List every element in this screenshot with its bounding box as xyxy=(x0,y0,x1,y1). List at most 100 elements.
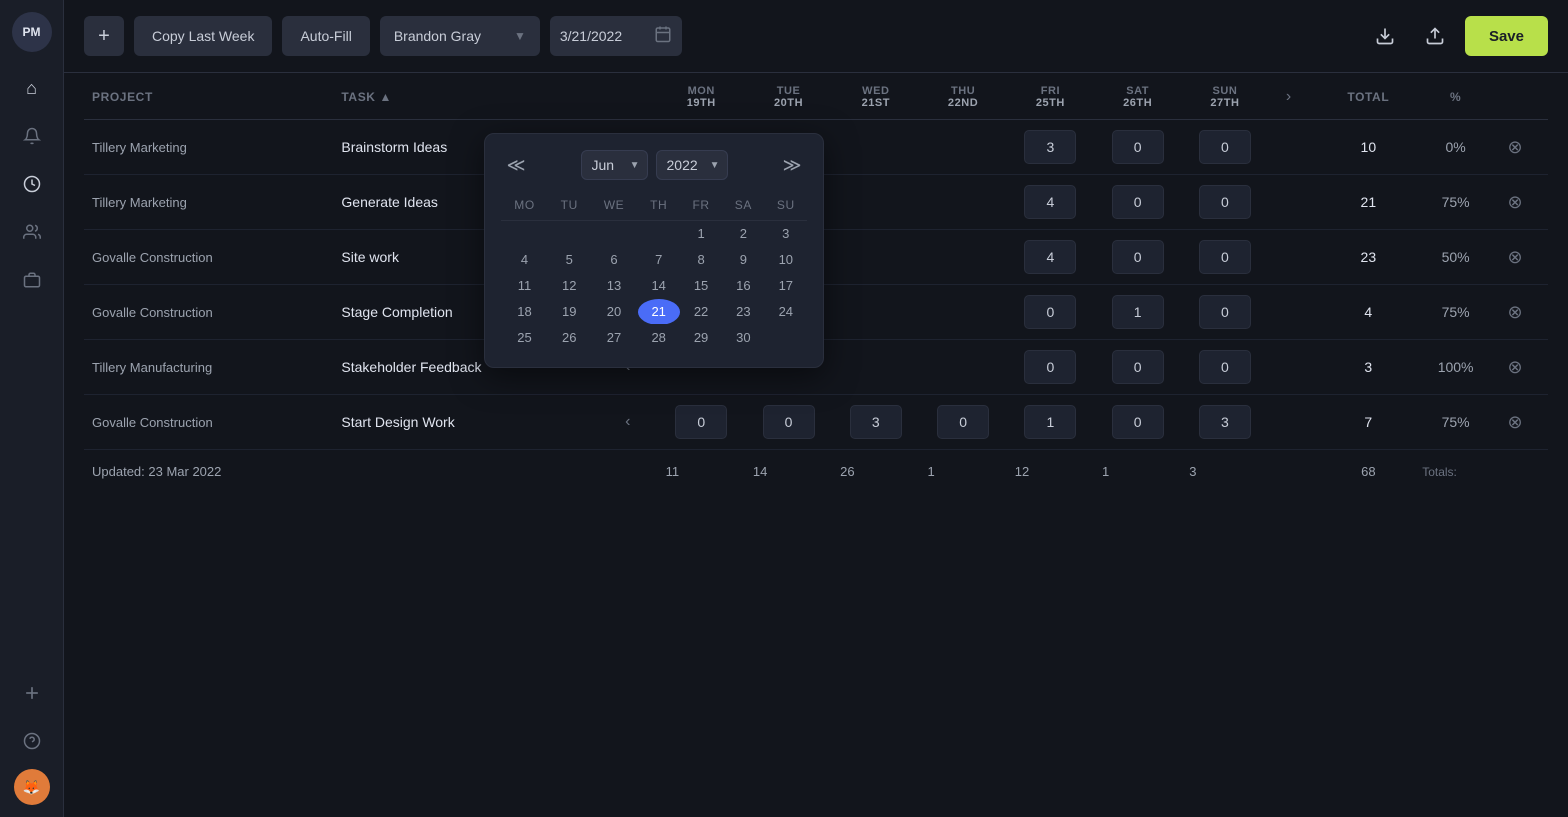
row-nav-left-5[interactable]: ‹ xyxy=(616,410,640,434)
cal-day-cell[interactable]: 17 xyxy=(765,273,807,299)
cell-fri-3[interactable] xyxy=(1007,285,1094,340)
cal-day-cell[interactable]: 28 xyxy=(638,325,680,351)
calendar-prev-button[interactable]: ≪ xyxy=(501,150,531,180)
cell-tue-5[interactable] xyxy=(745,395,832,450)
totals-row: Updated: 23 Mar 2022 11 14 26 1 12 1 3 6… xyxy=(84,450,1548,490)
month-select[interactable]: JanFebMarAprMay JunJulAugSep OctNovDec xyxy=(581,150,648,180)
cell-sun-0[interactable] xyxy=(1181,120,1268,175)
cal-day-cell[interactable]: 9 xyxy=(722,247,764,273)
cal-day-cell[interactable]: 25 xyxy=(501,325,548,351)
auto-fill-button[interactable]: Auto-Fill xyxy=(282,16,369,56)
cal-day-cell[interactable]: 22 xyxy=(680,299,722,325)
app-logo[interactable]: PM xyxy=(12,12,52,52)
totals-label: Totals: xyxy=(1418,450,1548,490)
sidebar-item-people[interactable] xyxy=(12,212,52,252)
cal-day-cell[interactable]: 7 xyxy=(638,247,680,273)
sidebar-item-briefcase[interactable] xyxy=(12,260,52,300)
cal-day-cell[interactable]: 18 xyxy=(501,299,548,325)
cal-day-cell[interactable]: 4 xyxy=(501,247,548,273)
cell-sun-2[interactable] xyxy=(1181,230,1268,285)
cal-day-cell[interactable]: 21 xyxy=(638,299,680,325)
col-header-wed: Wed21st xyxy=(832,73,919,120)
cal-day-cell[interactable]: 26 xyxy=(548,325,590,351)
sidebar-item-help[interactable] xyxy=(12,721,52,761)
pct-cell-0: 0% xyxy=(1418,120,1493,175)
cal-day-cell[interactable]: 16 xyxy=(722,273,764,299)
cell-fri-0[interactable] xyxy=(1007,120,1094,175)
cell-sat-0[interactable] xyxy=(1094,120,1181,175)
cal-day-cell[interactable]: 2 xyxy=(722,221,764,247)
cell-mon-5[interactable] xyxy=(658,395,745,450)
remove-row-button-2[interactable]: ⊗ xyxy=(1501,243,1529,271)
cal-day-cell[interactable]: 8 xyxy=(680,247,722,273)
cal-day-cell[interactable]: 27 xyxy=(590,325,637,351)
col-header-mon: Mon19th xyxy=(658,73,745,120)
cell-sun-4[interactable] xyxy=(1181,340,1268,395)
cell-sat-1[interactable] xyxy=(1094,175,1181,230)
cal-day-cell[interactable]: 3 xyxy=(765,221,807,247)
sidebar-item-bell[interactable] xyxy=(12,116,52,156)
cell-thu-0 xyxy=(919,120,1006,175)
cal-day-cell[interactable]: 12 xyxy=(548,273,590,299)
save-button[interactable]: Save xyxy=(1465,16,1548,56)
cal-day-cell[interactable]: 29 xyxy=(680,325,722,351)
cell-thu-5[interactable] xyxy=(919,395,1006,450)
nav-right-cell-1 xyxy=(1269,175,1319,230)
remove-row-button-4[interactable]: ⊗ xyxy=(1501,353,1529,381)
cal-day-cell[interactable]: 11 xyxy=(501,273,548,299)
project-cell-2: Govalle Construction xyxy=(84,230,333,285)
cell-sat-2[interactable] xyxy=(1094,230,1181,285)
updated-text: Updated: 23 Mar 2022 xyxy=(84,450,608,490)
date-input-wrapper[interactable] xyxy=(550,16,682,56)
remove-row-button-5[interactable]: ⊗ xyxy=(1501,408,1529,436)
cell-sat-5[interactable] xyxy=(1094,395,1181,450)
sidebar-item-home[interactable]: ⌂ xyxy=(12,68,52,108)
cal-day-cell[interactable]: 30 xyxy=(722,325,764,351)
cell-sun-3[interactable] xyxy=(1181,285,1268,340)
cell-sat-3[interactable] xyxy=(1094,285,1181,340)
nav-right-button[interactable]: › xyxy=(1277,85,1301,109)
remove-row-button-1[interactable]: ⊗ xyxy=(1501,188,1529,216)
export-button[interactable] xyxy=(1415,16,1455,56)
cal-day-cell[interactable]: 6 xyxy=(590,247,637,273)
sidebar-item-time[interactable] xyxy=(12,164,52,204)
calendar-icon[interactable] xyxy=(654,25,672,48)
cell-fri-2[interactable] xyxy=(1007,230,1094,285)
user-avatar[interactable]: 🦊 xyxy=(14,769,50,805)
cal-day-cell[interactable]: 19 xyxy=(548,299,590,325)
remove-row-button-3[interactable]: ⊗ xyxy=(1501,298,1529,326)
cell-sun-1[interactable] xyxy=(1181,175,1268,230)
cal-day-cell[interactable]: 1 xyxy=(680,221,722,247)
totals-nav-cell xyxy=(608,450,658,490)
remove-row-button-0[interactable]: ⊗ xyxy=(1501,133,1529,161)
remove-cell-5: ⊗ xyxy=(1493,395,1548,450)
sidebar-item-add[interactable] xyxy=(12,673,52,713)
col-header-task: TASK ▲ xyxy=(333,73,607,120)
date-input[interactable] xyxy=(560,28,650,44)
cal-day-cell[interactable]: 10 xyxy=(765,247,807,273)
cell-sun-5[interactable] xyxy=(1181,395,1268,450)
cal-empty-cell xyxy=(548,221,590,247)
calendar-next-button[interactable]: ≫ xyxy=(777,150,807,180)
user-selector[interactable]: Brandon Gray ▼ xyxy=(380,16,540,56)
cal-day-cell[interactable]: 14 xyxy=(638,273,680,299)
col-header-nav-left xyxy=(608,73,658,120)
cell-fri-5[interactable] xyxy=(1007,395,1094,450)
cell-wed-5[interactable] xyxy=(832,395,919,450)
cell-sat-4[interactable] xyxy=(1094,340,1181,395)
cal-day-cell[interactable]: 20 xyxy=(590,299,637,325)
download-button[interactable] xyxy=(1365,16,1405,56)
cal-day-cell[interactable]: 15 xyxy=(680,273,722,299)
cal-day-cell[interactable]: 24 xyxy=(765,299,807,325)
total-tue: 14 xyxy=(745,450,832,490)
cell-fri-4[interactable] xyxy=(1007,340,1094,395)
cal-day-cell[interactable]: 23 xyxy=(722,299,764,325)
cal-day-cell[interactable]: 13 xyxy=(590,273,637,299)
copy-last-week-button[interactable]: Copy Last Week xyxy=(134,16,272,56)
cal-day-cell[interactable]: 5 xyxy=(548,247,590,273)
toolbar: + Copy Last Week Auto-Fill Brandon Gray … xyxy=(64,0,1568,73)
add-entry-button[interactable]: + xyxy=(84,16,124,56)
year-select[interactable]: 202020212022 20232024 xyxy=(656,150,728,180)
cell-fri-1[interactable] xyxy=(1007,175,1094,230)
total-mon: 11 xyxy=(658,450,745,490)
